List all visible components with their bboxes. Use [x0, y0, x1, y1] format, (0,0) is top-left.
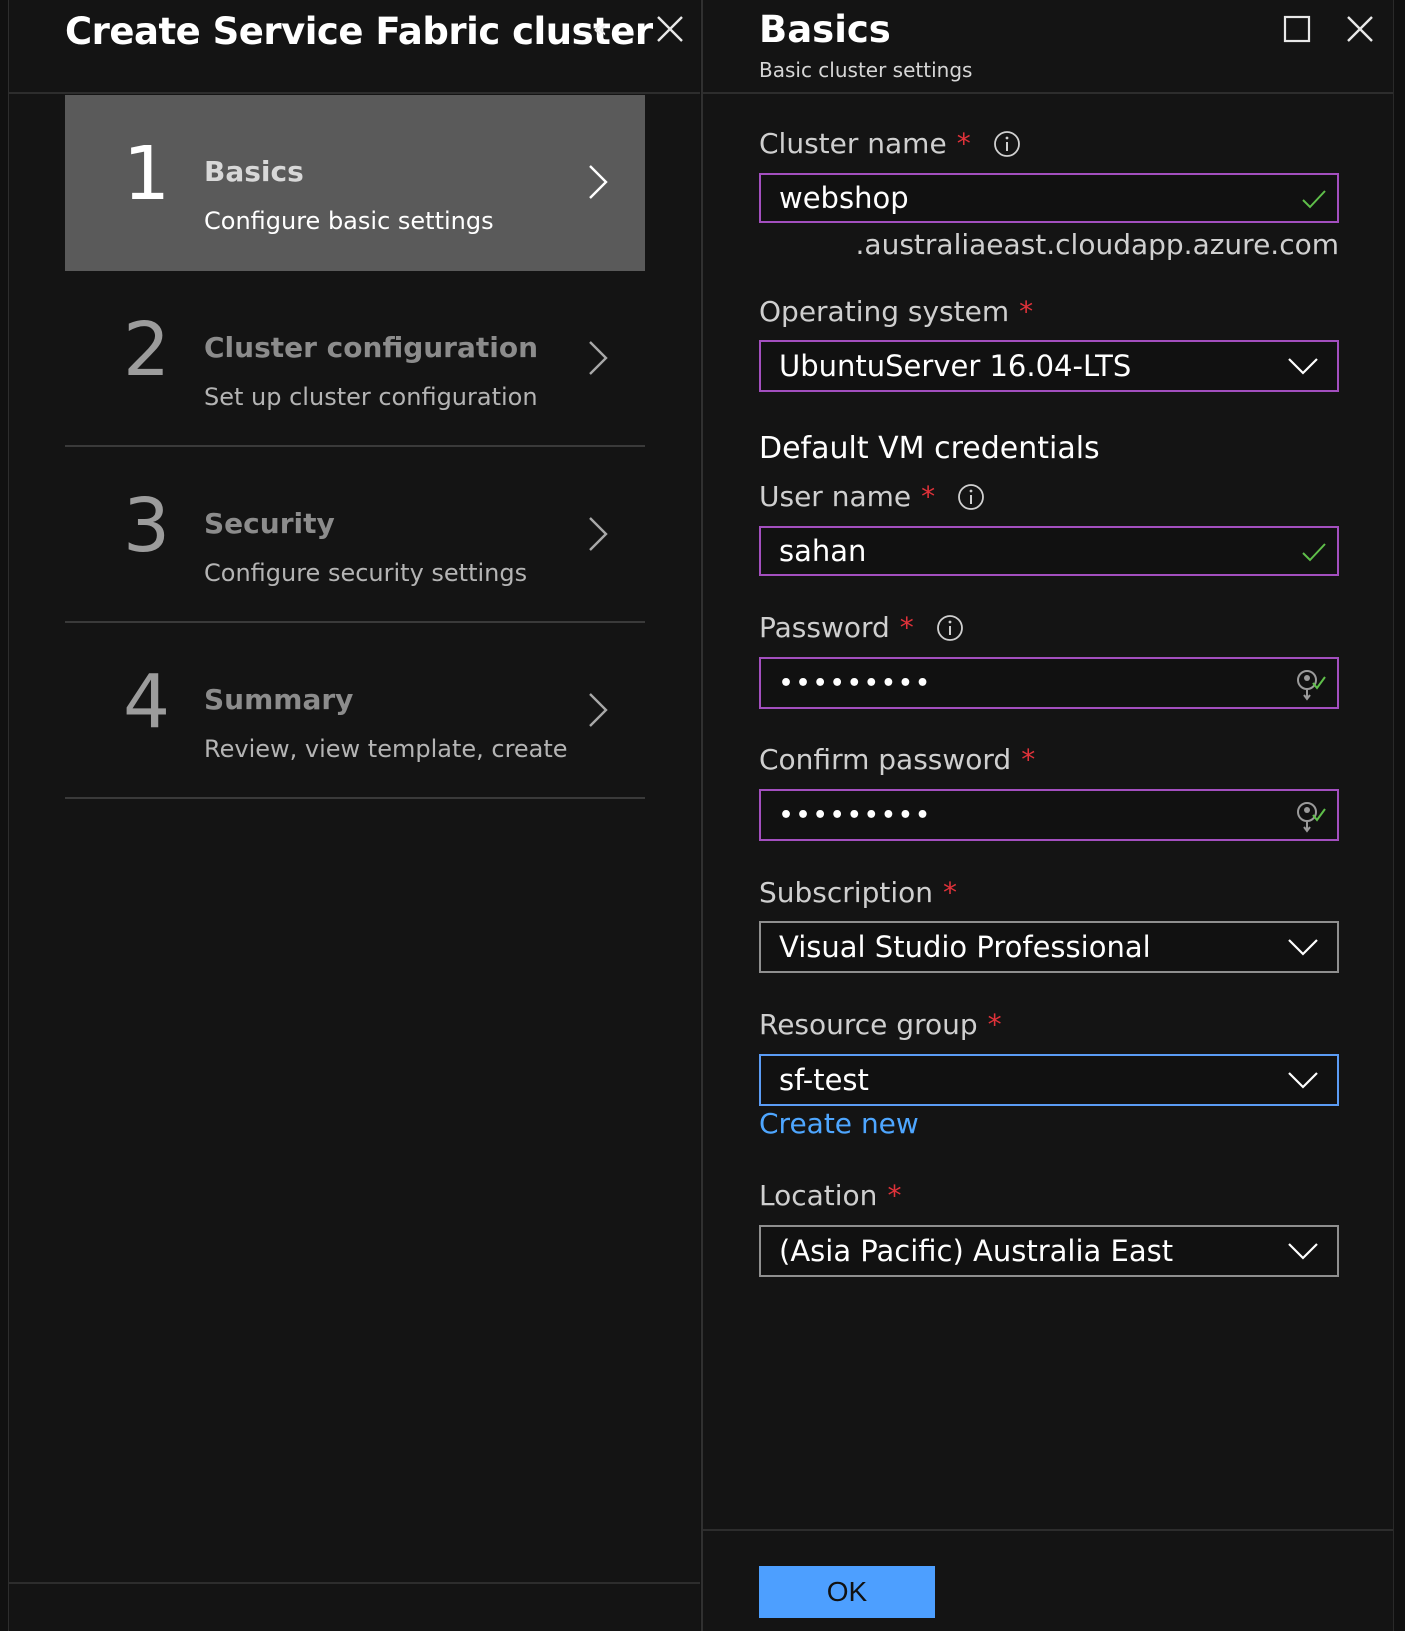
- subscription-dropdown[interactable]: Visual Studio Professional: [759, 921, 1339, 973]
- domain-suffix: .australiaeast.cloudapp.azure.com: [855, 228, 1339, 261]
- required-marker: *: [1021, 743, 1036, 776]
- location-label: Location *: [759, 1179, 901, 1212]
- required-marker: *: [942, 876, 957, 909]
- create-new-resource-group-link[interactable]: Create new: [759, 1107, 919, 1140]
- operating-system-label: Operating system *: [759, 295, 1033, 328]
- resource-group-label: Resource group *: [759, 1008, 1002, 1041]
- field-label-text: User name: [759, 480, 912, 513]
- user-name-input[interactable]: sahan: [759, 526, 1339, 576]
- password-label: Password *: [759, 611, 964, 644]
- checkmark-icon: [1302, 543, 1326, 562]
- user-name-label: User name *: [759, 480, 985, 513]
- chevron-down-icon: [1288, 939, 1318, 956]
- basics-blade: Basics Basic cluster settings Cluster na…: [701, 0, 1393, 1631]
- create-cluster-blade: Create Service Fabric cluster « 1 Basics…: [8, 0, 700, 1631]
- confirm-password-label: Confirm password *: [759, 743, 1035, 776]
- input-value: sahan: [779, 534, 867, 568]
- right-blade-header: Basics Basic cluster settings: [703, 0, 1393, 94]
- dropdown-value: (Asia Pacific) Australia East: [779, 1234, 1174, 1268]
- field-label-text: Subscription: [759, 876, 933, 909]
- step-subtitle: Configure basic settings: [204, 207, 494, 235]
- step-cluster-configuration[interactable]: 2 Cluster configuration Set up cluster c…: [65, 271, 645, 447]
- info-icon[interactable]: [993, 130, 1021, 158]
- step-number: 4: [123, 659, 171, 745]
- operating-system-dropdown[interactable]: UbuntuServer 16.04-LTS: [759, 340, 1339, 392]
- step-subtitle: Review, view template, create: [204, 735, 568, 763]
- required-marker: *: [1019, 295, 1034, 328]
- required-marker: *: [887, 1179, 902, 1212]
- wizard-steps: 1 Basics Configure basic settings 2 Clus…: [65, 95, 645, 799]
- input-value: webshop: [779, 181, 909, 215]
- blade-subtitle: Basic cluster settings: [759, 58, 973, 82]
- chevron-right-icon: [589, 341, 608, 375]
- chevron-right-icon: [589, 517, 608, 551]
- password-input[interactable]: •••••••••: [759, 657, 1339, 709]
- checkmark-icon: [1302, 190, 1326, 209]
- footer-divider: [703, 1529, 1393, 1531]
- field-label-text: Password: [759, 611, 890, 644]
- dropdown-value: UbuntuServer 16.04-LTS: [779, 349, 1132, 383]
- cluster-name-input[interactable]: webshop: [759, 173, 1339, 223]
- resource-group-dropdown[interactable]: sf-test: [759, 1054, 1339, 1106]
- cluster-name-label: Cluster name *: [759, 127, 1021, 160]
- step-subtitle: Set up cluster configuration: [204, 383, 538, 411]
- field-label-text: Operating system: [759, 295, 1010, 328]
- field-label-text: Resource group: [759, 1008, 978, 1041]
- location-dropdown[interactable]: (Asia Pacific) Australia East: [759, 1225, 1339, 1277]
- chevron-right-icon: [589, 165, 608, 199]
- step-title: Cluster configuration: [204, 331, 539, 364]
- required-marker: *: [899, 611, 914, 644]
- subscription-label: Subscription *: [759, 876, 957, 909]
- chevron-down-icon: [1288, 1072, 1318, 1089]
- maximize-icon[interactable]: [1280, 12, 1314, 46]
- required-marker: *: [921, 480, 936, 513]
- key-icon: [1297, 670, 1326, 701]
- required-marker: *: [956, 127, 971, 160]
- chevron-down-icon: [1288, 358, 1318, 375]
- key-icon: [1297, 802, 1326, 833]
- info-icon[interactable]: [936, 614, 964, 642]
- window-edge: [1393, 0, 1405, 1631]
- collapse-icon[interactable]: «: [587, 14, 613, 44]
- step-subtitle: Configure security settings: [204, 559, 528, 587]
- step-number: 1: [123, 131, 171, 217]
- confirm-password-input[interactable]: •••••••••: [759, 789, 1339, 841]
- blade-title: Basics: [759, 8, 891, 51]
- step-title: Basics: [204, 155, 304, 188]
- required-marker: *: [987, 1008, 1002, 1041]
- field-label-text: Cluster name: [759, 127, 947, 160]
- ok-button[interactable]: OK: [759, 1566, 935, 1618]
- credentials-heading: Default VM credentials: [759, 431, 1100, 466]
- step-title: Security: [204, 507, 335, 540]
- info-icon[interactable]: [957, 483, 985, 511]
- step-security[interactable]: 3 Security Configure security settings: [65, 447, 645, 623]
- step-number: 2: [123, 307, 171, 393]
- step-basics[interactable]: 1 Basics Configure basic settings: [65, 95, 645, 271]
- left-blade-header: Create Service Fabric cluster «: [9, 0, 700, 94]
- blade-title: Create Service Fabric cluster: [65, 10, 653, 53]
- chevron-right-icon: [589, 693, 608, 727]
- dropdown-value: Visual Studio Professional: [779, 930, 1151, 964]
- chevron-down-icon: [1288, 1243, 1318, 1260]
- divider: [9, 1582, 700, 1584]
- close-icon[interactable]: [1343, 12, 1377, 46]
- close-icon[interactable]: [653, 12, 687, 46]
- input-value: •••••••••: [779, 802, 933, 828]
- field-label-text: Confirm password: [759, 743, 1012, 776]
- step-number: 3: [123, 483, 171, 569]
- step-summary[interactable]: 4 Summary Review, view template, create: [65, 623, 645, 799]
- field-label-text: Location: [759, 1179, 878, 1212]
- dropdown-value: sf-test: [779, 1063, 869, 1097]
- step-title: Summary: [204, 683, 354, 716]
- input-value: •••••••••: [779, 670, 933, 696]
